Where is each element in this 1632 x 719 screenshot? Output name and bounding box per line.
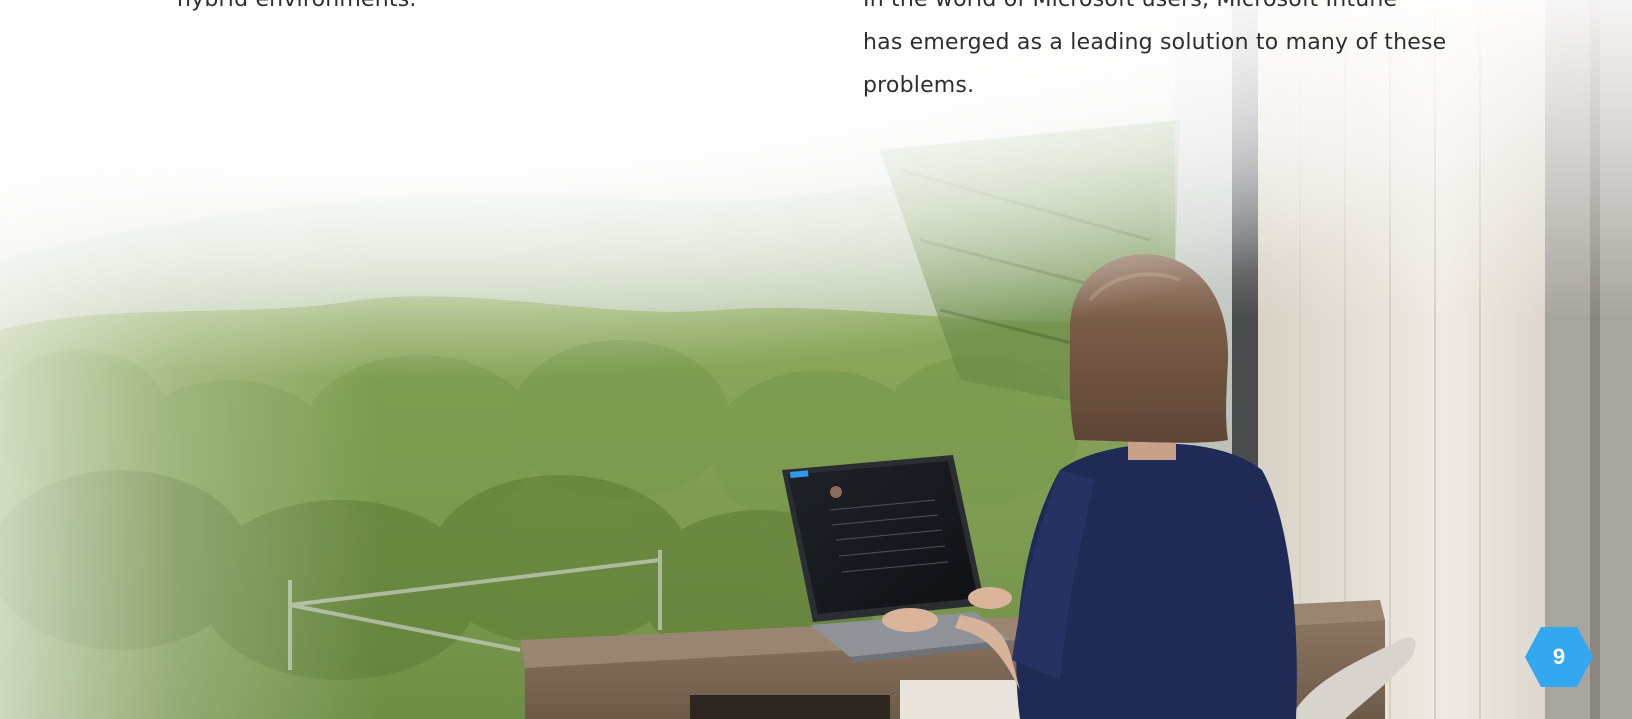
right-paragraph-line-1: In the world of Microsoft users, Microso… [863, 0, 1483, 21]
page-number-badge: 9 [1525, 627, 1593, 687]
background-photo [0, 0, 1632, 719]
right-text-column: In the world of Microsoft users, Microso… [863, 0, 1483, 107]
document-page: hybrid environments. In the world of Mic… [0, 0, 1632, 719]
left-paragraph-line: hybrid environments. [177, 0, 697, 21]
left-text-column: hybrid environments. [177, 0, 697, 21]
page-number: 9 [1552, 644, 1566, 669]
right-paragraph-line-3: problems. [863, 73, 975, 98]
right-paragraph-line-2: has emerged as a leading solution to man… [863, 30, 1447, 55]
